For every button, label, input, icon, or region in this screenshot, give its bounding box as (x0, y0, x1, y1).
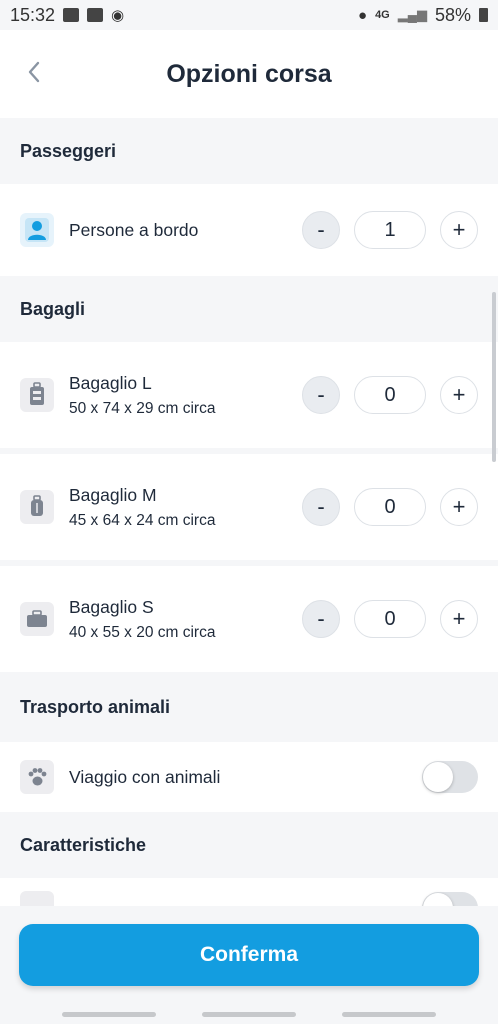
briefcase-icon (20, 602, 54, 636)
luggage-row-m: Bagaglio M 45 x 64 x 24 cm circa - 0 + (0, 454, 498, 560)
luggage-l-stepper: - 0 + (302, 376, 478, 414)
luggage-m-size: 45 x 64 x 24 cm circa (69, 511, 216, 529)
notification-icon (63, 8, 80, 22)
toggle-knob (423, 762, 453, 792)
section-title-luggage: Bagagli (0, 276, 498, 342)
section-title-passengers: Passeggeri (0, 118, 498, 184)
luggage-l-label: Bagaglio L (69, 372, 152, 393)
luggage-s-plus-button[interactable]: + (440, 600, 478, 638)
luggage-l-size: 50 x 74 x 29 cm circa (69, 399, 216, 417)
nav-back-indicator[interactable] (342, 1012, 436, 1017)
signal-icon: ▂▄▆ (397, 7, 427, 22)
back-button[interactable] (20, 58, 48, 86)
battery-icon (479, 8, 488, 22)
wifi-icon: ◉ (111, 7, 125, 24)
luggage-s-size: 40 x 55 x 20 cm circa (69, 623, 216, 641)
paw-icon (20, 760, 54, 794)
page-title: Opzioni corsa (166, 59, 332, 88)
luggage-l-minus-button[interactable]: - (302, 376, 340, 414)
luggage-m-count: 0 (354, 488, 426, 526)
luggage-row-l: Bagaglio L 50 x 74 x 29 cm circa - 0 + (0, 342, 498, 448)
app-header: Opzioni corsa (0, 30, 498, 118)
luggage-m-minus-button[interactable]: - (302, 488, 340, 526)
animals-row: Viaggio con animali (0, 742, 498, 812)
scrollbar[interactable] (492, 292, 496, 462)
location-icon: ● (358, 6, 368, 24)
status-bar: 15:32 ◉ ● 4G ▂▄▆ 58% (0, 0, 498, 30)
animals-label: Viaggio con animali (69, 766, 221, 787)
image-icon (87, 8, 104, 22)
nav-recents-indicator[interactable] (62, 1012, 156, 1017)
passengers-minus-button[interactable]: - (302, 211, 340, 249)
passengers-stepper: - 1 + (302, 211, 478, 249)
luggage-l-plus-button[interactable]: + (440, 376, 478, 414)
luggage-s-count: 0 (354, 600, 426, 638)
luggage-m-stepper: - 0 + (302, 488, 478, 526)
battery-level: 58% (434, 4, 471, 25)
person-icon (20, 213, 54, 247)
luggage-m-label: Bagaglio M (69, 484, 157, 505)
animals-toggle[interactable] (422, 761, 478, 793)
status-time: 15:32 (10, 4, 56, 25)
luggage-s-stepper: - 0 + (302, 600, 478, 638)
luggage-row-s: Bagaglio S 40 x 55 x 20 cm circa - 0 + (0, 566, 498, 672)
passengers-row: Persone a bordo - 1 + (0, 184, 498, 276)
system-nav-bar (0, 1006, 498, 1024)
luggage-m-plus-button[interactable]: + (440, 488, 478, 526)
chevron-left-icon (28, 61, 40, 83)
luggage-s-label: Bagaglio S (69, 596, 154, 617)
passengers-count: 1 (354, 211, 426, 249)
luggage-l-count: 0 (354, 376, 426, 414)
suitcase-medium-icon (20, 490, 54, 524)
nav-home-indicator[interactable] (202, 1012, 296, 1017)
passengers-plus-button[interactable]: + (440, 211, 478, 249)
section-title-features: Caratteristiche (0, 812, 498, 878)
luggage-s-minus-button[interactable]: - (302, 600, 340, 638)
confirm-button[interactable]: Conferma (19, 924, 479, 986)
section-title-animals: Trasporto animali (0, 672, 498, 742)
passengers-label: Persone a bordo (69, 219, 199, 240)
suitcase-large-icon (20, 378, 54, 412)
network-type: 4G (375, 9, 390, 21)
